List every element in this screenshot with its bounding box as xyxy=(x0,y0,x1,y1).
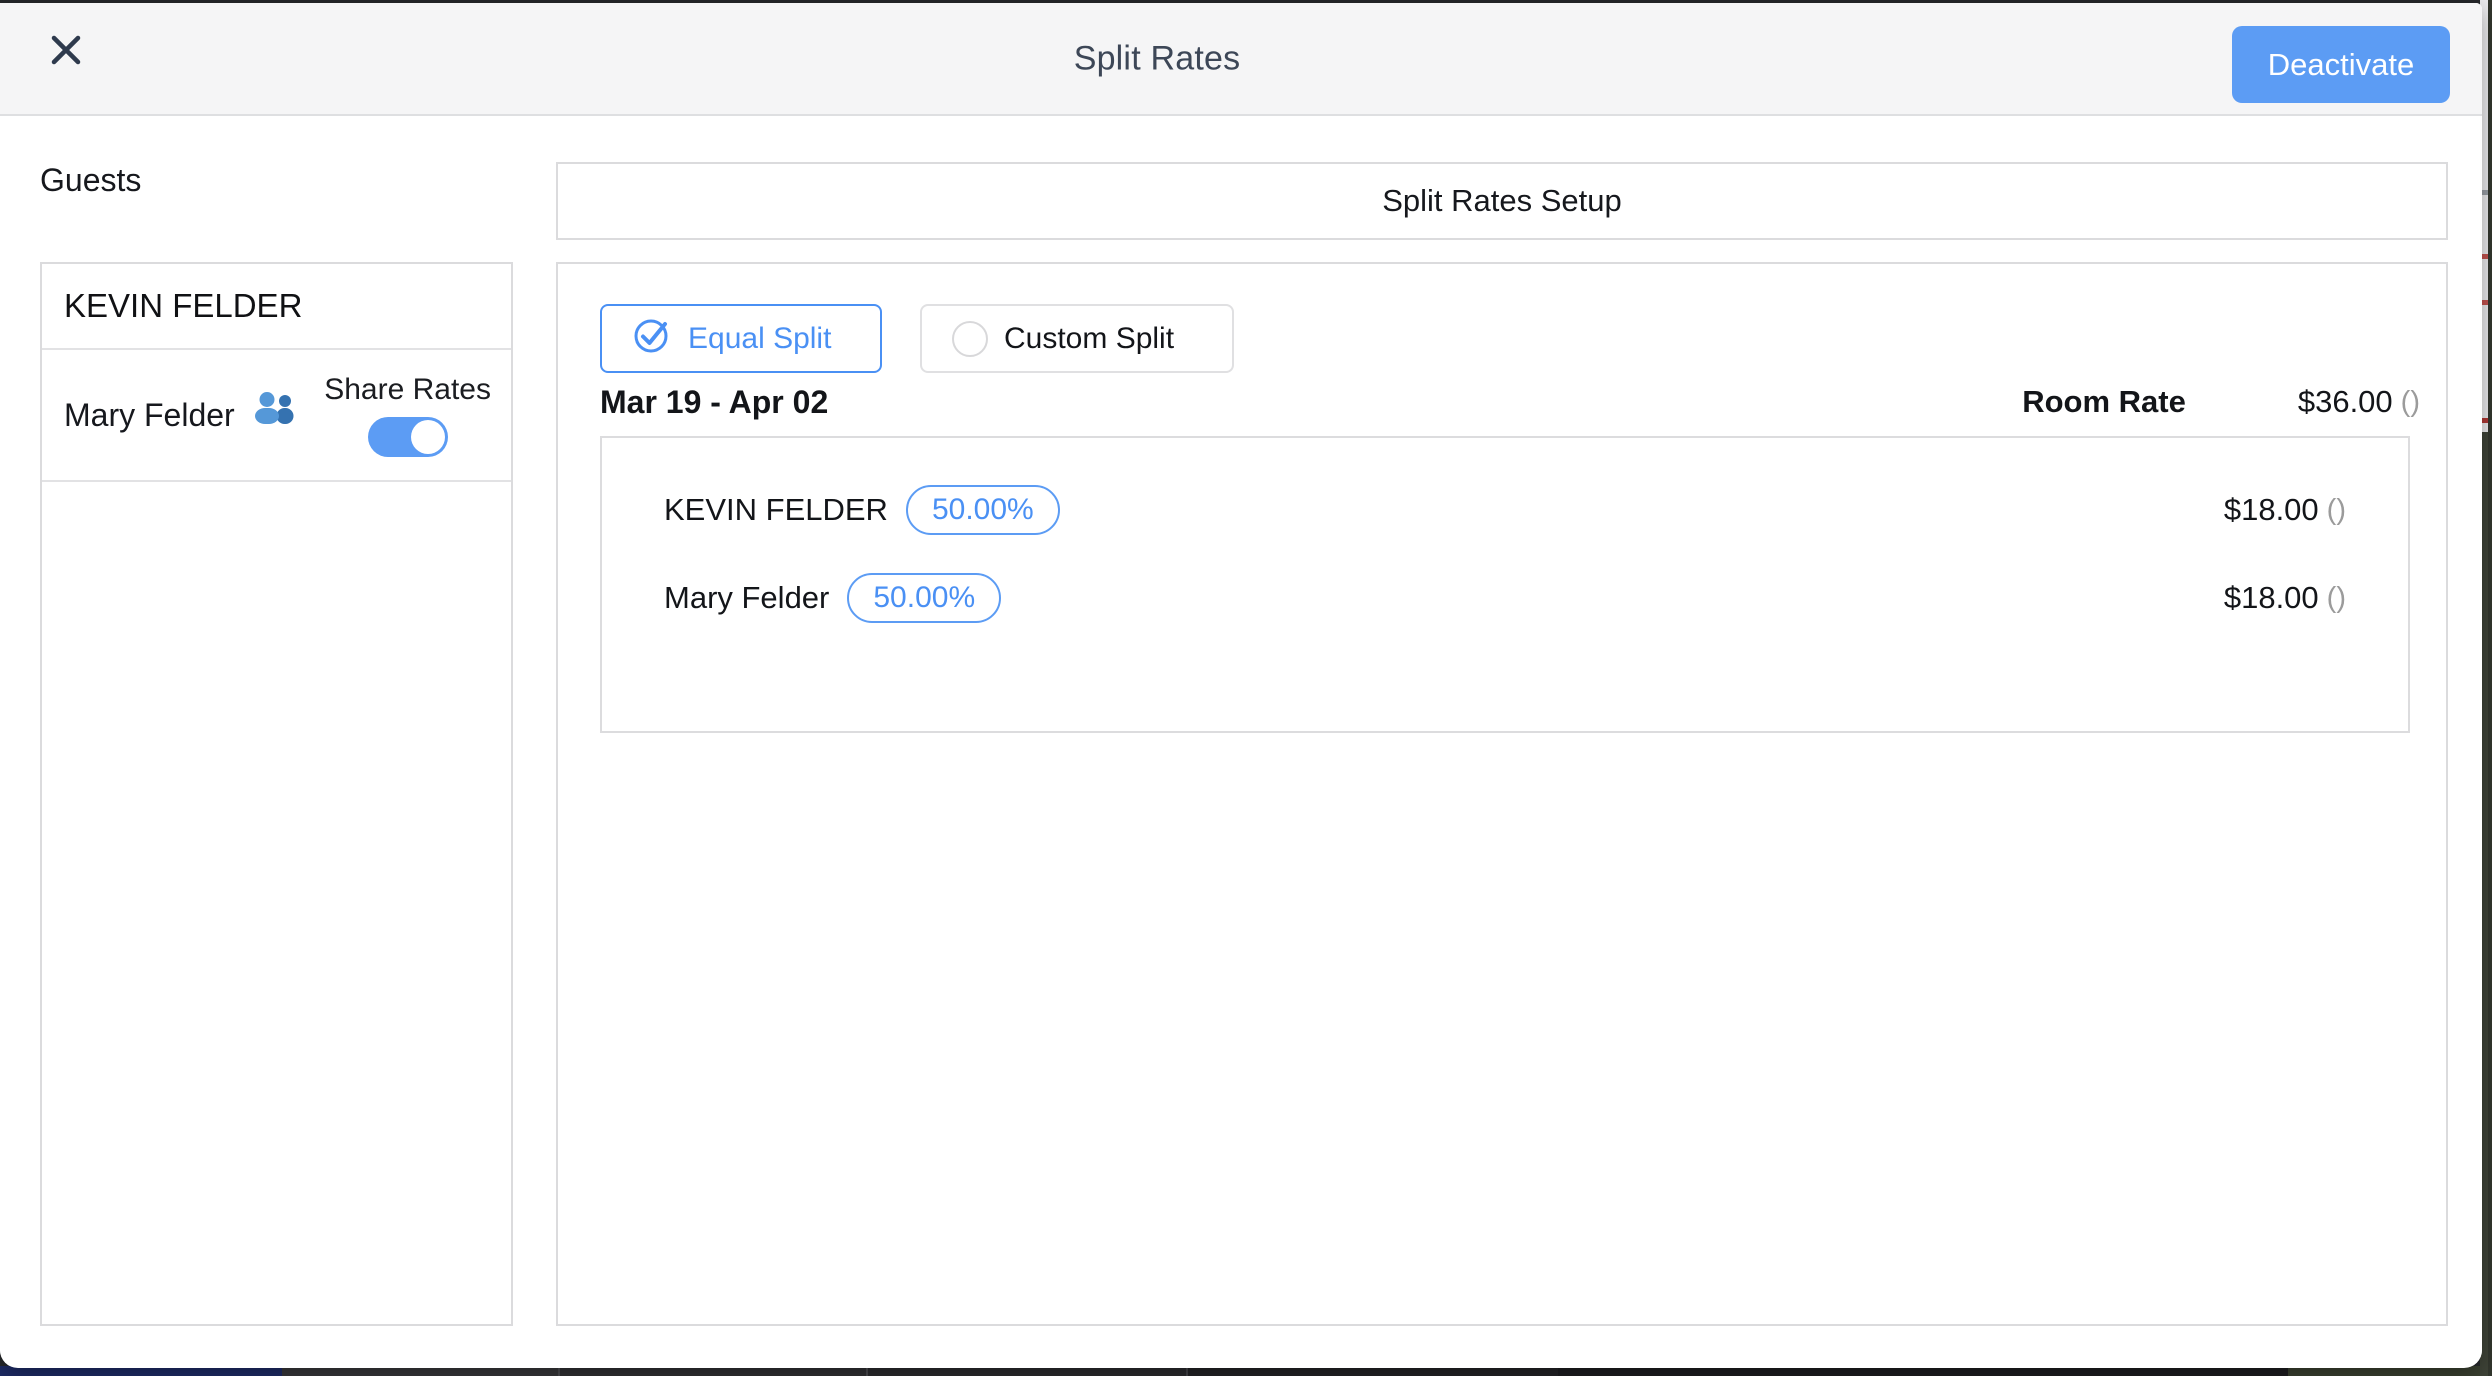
amount-note: () xyxy=(2327,494,2346,527)
date-rate-row: Mar 19 - Apr 02 Room Rate $36.00 () xyxy=(600,382,2420,422)
share-rates-toggle[interactable] xyxy=(368,417,448,457)
split-mode-row: Equal Split Custom Split xyxy=(600,304,1234,373)
share-rates-label: Share Rates xyxy=(324,373,491,407)
close-button[interactable] xyxy=(44,29,88,73)
custom-split-label: Custom Split xyxy=(1004,322,1174,356)
split-row-amount: $18.00 () xyxy=(2224,580,2346,616)
split-row-name: KEVIN FELDER xyxy=(664,492,888,528)
setup-title: Split Rates Setup xyxy=(1382,183,1622,219)
equal-split-button[interactable]: Equal Split xyxy=(600,304,882,373)
split-allocation-box: KEVIN FELDER 50.00% $18.00 () Mary Felde… xyxy=(600,436,2410,733)
amount-value: $18.00 xyxy=(2224,580,2319,616)
toggle-knob xyxy=(411,420,445,454)
room-rate-note: () xyxy=(2401,386,2420,419)
split-row-name: Mary Felder xyxy=(664,580,829,616)
room-rate-label: Room Rate xyxy=(2022,384,2186,420)
setup-panel: Equal Split Custom Split Mar 19 - Apr 02… xyxy=(556,262,2448,1326)
guests-heading: Guests xyxy=(40,162,141,199)
percent-pill[interactable]: 50.00% xyxy=(906,485,1060,535)
percent-pill[interactable]: 50.00% xyxy=(847,573,1001,623)
close-icon xyxy=(49,33,83,70)
modal-title: Split Rates xyxy=(1074,39,1241,78)
secondary-guest-name: Mary Felder xyxy=(64,397,235,434)
amount-value: $18.00 xyxy=(2224,492,2319,528)
amount-note: () xyxy=(2327,582,2346,615)
setup-header: Split Rates Setup xyxy=(556,162,2448,240)
people-icon xyxy=(251,392,301,429)
split-row: KEVIN FELDER 50.00% $18.00 () xyxy=(602,466,2408,554)
split-row-amount: $18.00 () xyxy=(2224,492,2346,528)
guest-row-secondary[interactable]: Mary Felder Share Rates xyxy=(42,350,511,482)
modal-header: Split Rates Deactivate xyxy=(0,3,2482,116)
guests-panel: KEVIN FELDER Mary Felder Share Rates xyxy=(40,262,513,1326)
custom-split-button[interactable]: Custom Split xyxy=(920,304,1234,373)
radio-circle-icon xyxy=(952,321,988,357)
share-rates-control: Share Rates xyxy=(324,373,491,457)
modal-body: Guests KEVIN FELDER Mary Felder Share Ra… xyxy=(0,116,2482,1366)
date-range: Mar 19 - Apr 02 xyxy=(600,384,828,421)
split-row: Mary Felder 50.00% $18.00 () xyxy=(602,554,2408,642)
equal-split-label: Equal Split xyxy=(688,322,831,356)
primary-guest-name: KEVIN FELDER xyxy=(64,287,302,325)
deactivate-button[interactable]: Deactivate xyxy=(2232,26,2450,103)
guest-row-primary[interactable]: KEVIN FELDER xyxy=(42,264,511,350)
check-circle-icon xyxy=(632,315,672,363)
room-rate-amount: $36.00 xyxy=(2298,384,2393,420)
split-rates-modal: Split Rates Deactivate Guests KEVIN FELD… xyxy=(0,3,2482,1368)
